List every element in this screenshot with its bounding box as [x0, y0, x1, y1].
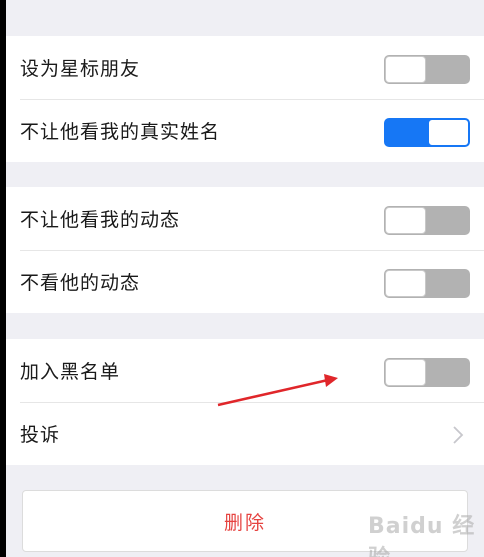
toggle-knob — [385, 270, 426, 297]
toggle-knob — [385, 207, 426, 234]
chevron-right-icon — [453, 426, 464, 444]
hide-my-moments-toggle[interactable] — [384, 206, 470, 235]
blacklist-toggle[interactable] — [384, 358, 470, 387]
toggle-knob — [428, 119, 469, 146]
settings-group-2: 不让他看我的动态 不看他的动态 — [6, 187, 484, 313]
toggle-knob — [385, 56, 426, 83]
toggle-knob — [385, 359, 426, 386]
star-friend-label: 设为星标朋友 — [20, 58, 141, 80]
hide-their-moments-row: 不看他的动态 — [6, 250, 484, 313]
hide-my-moments-label: 不让他看我的动态 — [20, 209, 181, 231]
settings-group-3: 加入黑名单 投诉 — [6, 339, 484, 465]
hide-real-name-label: 不让他看我的真实姓名 — [20, 121, 221, 143]
baidu-watermark: Baidu 经验 — [368, 514, 476, 557]
contact-settings-screen: 设为星标朋友 不让他看我的真实姓名 不让他看我的动态 不看他的动态 加入黑名单 … — [6, 0, 484, 557]
blacklist-label: 加入黑名单 — [20, 361, 121, 383]
hide-their-moments-label: 不看他的动态 — [20, 272, 141, 294]
blacklist-row: 加入黑名单 — [6, 339, 484, 402]
hide-my-moments-row: 不让他看我的动态 — [6, 187, 484, 250]
star-friend-toggle[interactable] — [384, 55, 470, 84]
complaint-row[interactable]: 投诉 — [6, 402, 484, 465]
star-friend-row: 设为星标朋友 — [6, 36, 484, 99]
hide-real-name-toggle[interactable] — [384, 118, 470, 147]
complaint-label: 投诉 — [20, 424, 61, 446]
hide-real-name-row: 不让他看我的真实姓名 — [6, 99, 484, 162]
hide-their-moments-toggle[interactable] — [384, 269, 470, 298]
settings-group-1: 设为星标朋友 不让他看我的真实姓名 — [6, 36, 484, 162]
